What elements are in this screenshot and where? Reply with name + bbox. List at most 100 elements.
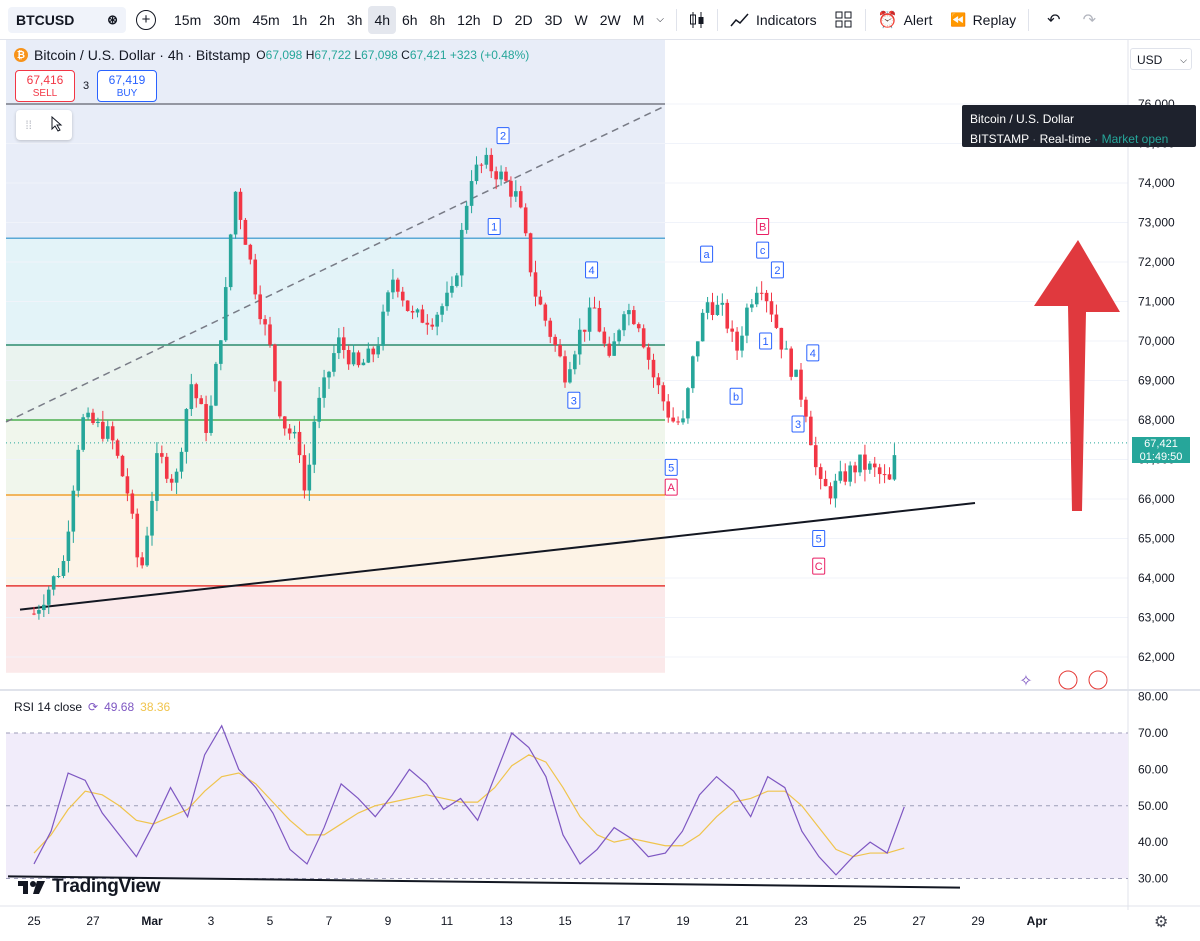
time-tick-label: 27	[912, 914, 926, 928]
symbol-label: BTCUSD	[16, 11, 75, 28]
high-value: 67,722	[314, 48, 352, 62]
open-value: 67,098	[265, 48, 303, 62]
fib-zone	[6, 420, 665, 496]
candle-body	[209, 405, 213, 433]
timeframe-2h[interactable]: 2h	[313, 6, 341, 34]
candle-body	[371, 348, 376, 355]
wave-label-text: C	[815, 561, 823, 573]
candle-body	[253, 259, 258, 295]
timeframe-12h[interactable]: 12h	[451, 6, 486, 34]
price-tick-label: 68,000	[1138, 413, 1175, 427]
candle-body	[184, 409, 189, 452]
spark-icon: ✧	[1019, 673, 1032, 690]
price-tick-label: 62,000	[1138, 650, 1175, 664]
flag-us-icon	[1088, 670, 1108, 690]
timeframe-D[interactable]: D	[487, 6, 509, 34]
candle-body	[612, 341, 616, 356]
timeframe-W[interactable]: W	[568, 6, 593, 34]
spread-value: 3	[83, 80, 90, 92]
favorite-icon[interactable]: ⊛	[107, 12, 118, 28]
candle-body	[282, 416, 287, 429]
candle-body	[809, 416, 813, 446]
timeframe-2W[interactable]: 2W	[594, 6, 627, 34]
candle-body	[868, 463, 872, 470]
chevron-down-icon[interactable]: ⌵	[650, 6, 670, 34]
fib-zone	[6, 238, 665, 345]
candle-body	[37, 610, 41, 614]
replay-button[interactable]: ⏪ Replay	[944, 6, 1022, 34]
timeframe-45m[interactable]: 45m	[246, 6, 285, 34]
wave-label-text: 1	[763, 336, 769, 348]
timeframe-15m[interactable]: 15m	[168, 6, 207, 34]
layout-icon[interactable]	[829, 6, 859, 34]
timeframe-4h[interactable]: 4h	[368, 5, 397, 34]
candle-body	[548, 320, 553, 337]
candle-body	[51, 576, 56, 590]
candle-body	[602, 331, 607, 344]
candle-body	[204, 404, 208, 433]
timeframe-30m[interactable]: 30m	[207, 6, 246, 34]
wave-label: c	[756, 241, 770, 259]
timeframe-M[interactable]: M	[627, 6, 651, 34]
candle-body	[514, 191, 518, 197]
candle-body	[396, 279, 400, 292]
time-tick-label: Apr	[1027, 914, 1048, 928]
rsi-label: RSI 14 close	[14, 700, 83, 714]
fib-zone	[6, 104, 665, 239]
rsi-value: 49.68	[104, 700, 135, 714]
candle-body	[872, 463, 877, 468]
redo-icon[interactable]: ↷	[1077, 6, 1102, 34]
candle-body	[700, 312, 705, 342]
candle-body	[189, 384, 194, 410]
sell-label: SELL	[32, 88, 58, 99]
timeframe-8h[interactable]: 8h	[424, 6, 452, 34]
timeframe-3h[interactable]: 3h	[341, 6, 369, 34]
wave-label-text: A	[668, 482, 676, 494]
candle-body	[848, 465, 852, 482]
candle-body	[391, 279, 395, 293]
candle-body	[646, 347, 651, 360]
drag-handle-icon[interactable]: ⁞⁞	[25, 118, 32, 132]
sell-button[interactable]: 67,416 SELL	[15, 70, 75, 102]
candle-body	[332, 353, 336, 372]
candle-body	[892, 455, 897, 480]
candle-body	[587, 307, 592, 332]
timeframe-6h[interactable]: 6h	[396, 6, 424, 34]
timeframe-3D[interactable]: 3D	[539, 6, 569, 34]
candle-body	[351, 352, 356, 365]
candle-style-icon[interactable]	[683, 6, 711, 34]
buy-button[interactable]: 67,419 BUY	[97, 70, 157, 102]
candle-body	[499, 171, 503, 180]
cursor-arrow-icon[interactable]	[51, 115, 63, 135]
undo-icon[interactable]: ↶	[1041, 6, 1066, 34]
compare-add-icon[interactable]: +	[136, 9, 156, 30]
timeframe-2D[interactable]: 2D	[509, 6, 539, 34]
tooltip-status: Market open	[1101, 132, 1169, 146]
price-tick-label: 74,000	[1138, 176, 1175, 190]
timeframe-1h[interactable]: 1h	[286, 6, 314, 34]
candle-body	[705, 302, 710, 313]
symbol-search[interactable]: BTCUSD ⊛	[8, 6, 126, 33]
candle-body	[179, 451, 184, 472]
currency-selector[interactable]: USD ⌵	[1130, 48, 1192, 70]
tradingview-logo[interactable]: TradingView	[18, 876, 161, 898]
toolbar-divider	[716, 8, 718, 31]
candle-body	[425, 322, 430, 325]
indicators-button[interactable]: Indicators	[724, 6, 823, 34]
candle-body	[327, 371, 331, 378]
alert-button[interactable]: ⏰ Alert	[872, 6, 939, 34]
candle-body	[430, 324, 435, 327]
fib-zone	[6, 495, 665, 586]
rsi-settings-icon[interactable]: ⟳	[88, 700, 98, 714]
wave-label: 2	[770, 261, 784, 279]
candle-body	[877, 467, 882, 475]
candle-body	[86, 412, 90, 418]
wave-label: 4	[585, 261, 599, 279]
candle-body	[784, 348, 789, 350]
gear-icon[interactable]: ⚙	[1154, 912, 1168, 932]
last-price-value: 67,421	[1144, 438, 1178, 450]
candle-body	[479, 164, 484, 166]
chart-canvas[interactable]: 2143aBc21b435A5C62,00063,00064,00065,000…	[0, 40, 1200, 941]
candle-body	[494, 171, 498, 180]
candle-body	[725, 302, 730, 329]
